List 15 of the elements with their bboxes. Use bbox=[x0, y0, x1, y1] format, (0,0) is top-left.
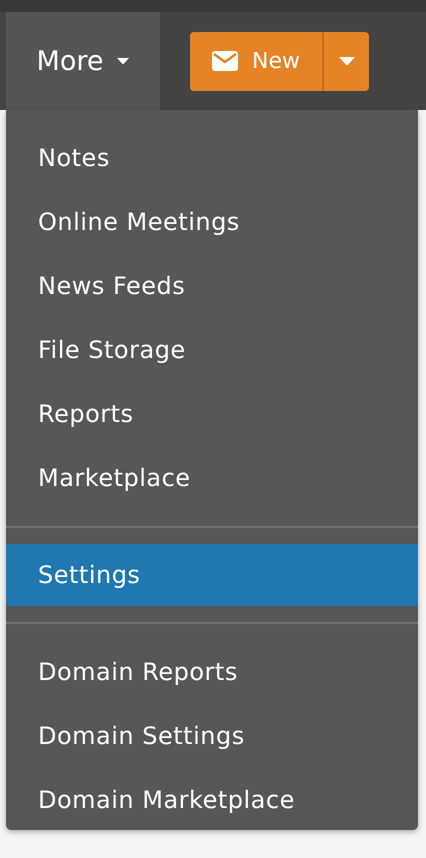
menu-item[interactable]: Reports bbox=[6, 382, 418, 446]
envelope-icon bbox=[212, 51, 238, 71]
menu-item[interactable]: Domain Settings bbox=[6, 704, 418, 768]
menu-item[interactable]: Online Meetings bbox=[6, 190, 418, 254]
menu-item[interactable]: File Storage bbox=[6, 318, 418, 382]
menu-item[interactable]: Domain Reports bbox=[6, 640, 418, 704]
caret-icon bbox=[338, 56, 354, 66]
menu-item[interactable]: Marketplace bbox=[6, 446, 418, 510]
menu-item[interactable]: Domain Marketplace bbox=[6, 768, 418, 832]
menu-item[interactable]: News Feeds bbox=[6, 254, 418, 318]
menu-item[interactable]: Notes bbox=[6, 126, 418, 190]
caret-icon bbox=[117, 58, 130, 64]
dropdown-button[interactable] bbox=[322, 32, 369, 90]
more-tab[interactable]: More bbox=[6, 12, 160, 110]
menu-item[interactable]: Settings bbox=[6, 544, 418, 606]
